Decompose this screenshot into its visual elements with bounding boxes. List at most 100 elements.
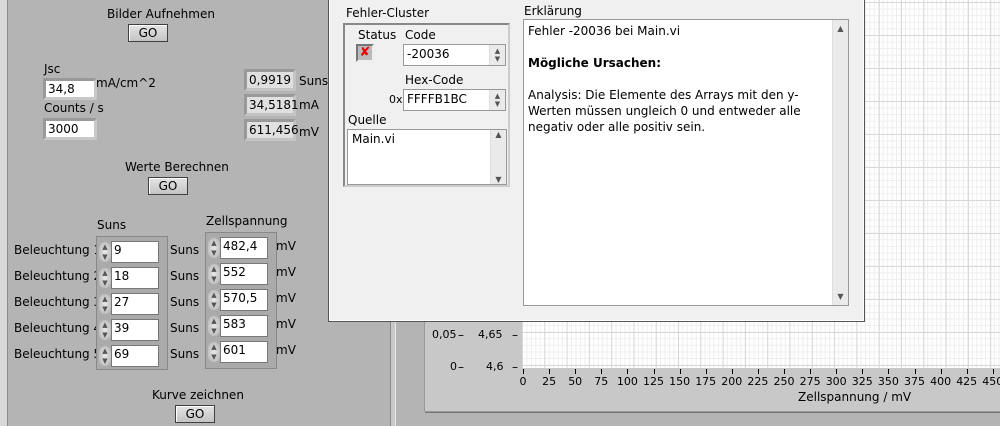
x-tick [940,369,942,374]
werte-berechnen-label: Werte Berechnen [125,160,229,174]
hex-code-field[interactable]: FFFFB1BC ▲ ▼ [403,89,506,111]
suns-2-spinner[interactable]: ▲ ▼ [99,268,111,288]
mv-5-input[interactable]: 601 [220,341,268,363]
code-value[interactable]: -20036 [404,45,489,65]
x-tick [888,369,890,374]
x-tick [784,369,785,374]
mv-2-input[interactable]: 552 [220,263,268,285]
x-tick-label: 300 [825,375,847,388]
x-tick-label: 375 [904,375,925,388]
x-tick [992,369,994,374]
status-error-icon[interactable]: ✘ [356,44,374,62]
suns-3-spinner[interactable]: ▲ ▼ [99,294,111,314]
x-tick-label: 325 [851,375,873,388]
suns-indicator-unit: Suns [299,74,329,88]
suns-1-input[interactable]: 9 [111,241,159,263]
x-tick [601,369,603,374]
x-tick [705,369,707,374]
suns-unit: Suns [170,295,200,309]
x-tick-label: 450 [982,375,1000,388]
suns-unit: Suns [170,321,200,335]
fehler-cluster-label: Fehler-Cluster [346,6,430,20]
y1-tick: – [458,328,464,342]
suns-2-input[interactable]: 18 [111,267,159,289]
x-tick [549,369,551,374]
x-tick [914,369,916,374]
x-tick-label: 0 [519,375,527,388]
jsc-input[interactable]: 34,8 [43,78,97,100]
y1-tick-label: 0 [450,360,457,373]
quelle-label: Quelle [348,113,387,127]
mv-3-spinner[interactable]: ▲ ▼ [208,290,220,310]
counts-input[interactable]: 3000 [43,118,97,140]
jsc-unit: mA/cm^2 [96,76,156,90]
erklaerung-body: Analysis: Die Elemente des Arrays mit de… [528,88,801,134]
x-tick [653,369,655,374]
x-tick-label: 350 [877,375,899,388]
y2-tick-label: 4,65 [478,328,503,341]
x-tick [862,369,864,374]
scroll-up-icon[interactable]: ▲ [495,130,501,139]
mv-3-input[interactable]: 570,5 [220,289,268,311]
y2-tick-label: 4,6 [486,360,504,373]
beleuchtung-2-label: Beleuchtung 2 [14,269,102,283]
scroll-down-icon[interactable]: ▼ [837,292,843,301]
x-tick-label: 425 [956,375,978,388]
zellspannung-array[interactable]: ▲ ▼ 482,4 ▲ ▼ 552 ▲ ▼ 570,5 ▲ ▼ 583 ▲ ▼ 601 [205,232,277,369]
mv-units: mV mV mV mV mV [276,233,296,363]
suns-unit: Suns [170,243,200,257]
x-tick [757,369,759,374]
code-field[interactable]: -20036 ▲ ▼ [403,44,506,66]
ma-indicator-unit: mA [299,98,319,112]
hex-code-value[interactable]: FFFFB1BC [404,90,489,110]
code-spinner[interactable]: ▲ ▼ [489,45,505,65]
x-tick-label: 250 [773,375,795,388]
beleuchtung-1-label: Beleuchtung 1 [14,243,102,257]
hex-prefix: 0x [389,93,403,106]
x-tick [575,369,577,374]
x-tick [627,369,629,374]
quelle-field[interactable]: Main.vi ▲ ▼ [347,129,507,185]
y2-tick: – [512,360,518,374]
x-tick [523,369,524,374]
mv-2-spinner[interactable]: ▲ ▼ [208,264,220,284]
suns-4-input[interactable]: 39 [111,319,159,341]
werte-berechnen-go-button[interactable]: GO [148,177,188,195]
mv-4-input[interactable]: 583 [220,315,268,337]
suns-1-spinner[interactable]: ▲ ▼ [99,242,111,262]
erklaerung-field[interactable]: Fehler -20036 bei Main.vi Mögliche Ursac… [523,19,849,306]
zellspannung-header: Zellspannung [206,214,288,228]
y1-tick-label: 0,05 [432,328,457,341]
suns-array[interactable]: ▲ ▼ 9 ▲ ▼ 18 ▲ ▼ 27 ▲ ▼ 39 ▲ ▼ 69 [96,236,168,370]
scroll-up-icon[interactable]: ▲ [837,24,843,33]
x-tick-label: 175 [695,375,717,388]
x-tick-label: 400 [930,375,952,388]
suns-3-input[interactable]: 27 [111,293,159,315]
suns-4-spinner[interactable]: ▲ ▼ [99,320,111,340]
erklaerung-scrollbar[interactable]: ▲ ▼ [832,20,848,305]
suns-units: Suns Suns Suns Suns Suns [170,237,199,367]
quelle-scrollbar[interactable]: ▲ ▼ [490,130,506,184]
suns-5-input[interactable]: 69 [111,345,159,367]
mv-1-spinner[interactable]: ▲ ▼ [208,238,220,258]
erklaerung-label: Erklärung [524,4,582,18]
left-edge [0,0,8,426]
suns-5-spinner[interactable]: ▲ ▼ [99,346,111,366]
x-tick [731,369,733,374]
status-label: Status [358,28,397,42]
mv-5-spinner[interactable]: ▲ ▼ [208,342,220,362]
x-tick [966,369,968,374]
beleuchtung-4-label: Beleuchtung 4 [14,321,102,335]
mv-4-spinner[interactable]: ▲ ▼ [208,316,220,336]
hex-spinner[interactable]: ▲ ▼ [489,90,505,110]
x-tick-label: 125 [643,375,664,388]
quelle-value[interactable]: Main.vi [348,130,490,184]
kurve-zeichnen-go-button[interactable]: GO [175,405,215,423]
mv-1-input[interactable]: 482,4 [220,237,268,259]
scroll-down-icon[interactable]: ▼ [495,175,501,184]
x-tick [679,369,681,374]
beleuchtung-5-label: Beleuchtung 5 [14,347,102,361]
y1-tick: – [458,360,464,374]
beleuchtung-labels: Beleuchtung 1 Beleuchtung 2 Beleuchtung … [14,237,101,367]
bilder-aufnehmen-go-button[interactable]: GO [128,24,168,42]
